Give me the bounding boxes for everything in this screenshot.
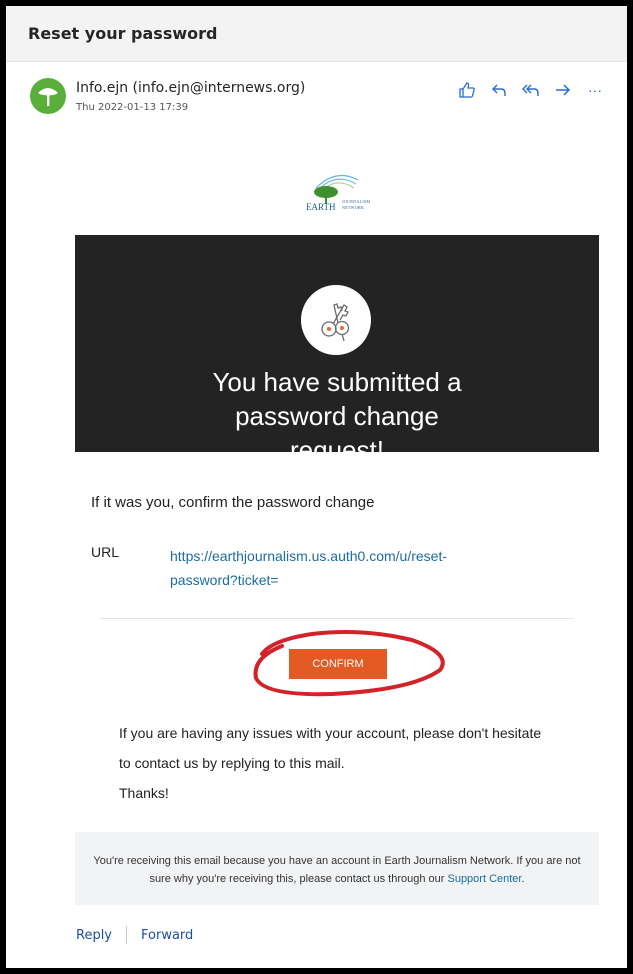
email-window: Reset your password Info.ejn (info.ejn@i… — [6, 6, 627, 968]
issues-line-2: to contact us by replying to this mail. — [119, 755, 345, 771]
email-footer: You're receiving this email because you … — [75, 832, 599, 905]
subject-bar: Reset your password — [6, 6, 627, 62]
url-label: URL — [91, 544, 120, 560]
logo-earth: EARTH — [306, 202, 336, 212]
confirm-button[interactable]: CONFIRM — [289, 649, 387, 679]
email-subject: Reset your password — [28, 24, 218, 43]
email-date: Thu 2022-01-13 17:39 — [76, 102, 189, 113]
tree-icon — [38, 88, 58, 106]
sender-avatar[interactable] — [30, 78, 66, 114]
footer-end: . — [521, 873, 525, 885]
more-icon[interactable]: ··· — [585, 80, 605, 100]
reset-password-link[interactable]: https://earthjournalism.us.auth0.com/u/r… — [170, 544, 490, 592]
reply-link[interactable]: Reply — [76, 928, 112, 943]
reply-bar: Reply Forward — [76, 926, 193, 944]
key-badge — [301, 285, 371, 355]
logo-network: NETWORK — [342, 205, 365, 210]
sender-name[interactable]: Info.ejn (info.ejn@internews.org) — [76, 80, 305, 96]
like-icon[interactable] — [457, 80, 477, 100]
thanks-text: Thanks! — [119, 785, 169, 801]
email-actions: ··· — [457, 80, 605, 100]
keys-icon — [321, 303, 350, 342]
reply-all-icon[interactable] — [521, 80, 541, 100]
confirm-prompt: If it was you, confirm the password chan… — [91, 494, 375, 511]
reply-separator — [126, 926, 128, 944]
issues-text: If you are having any issues with your a… — [119, 718, 559, 808]
logo-journalism: JOURNALISM — [342, 199, 371, 204]
forward-link[interactable]: Forward — [141, 928, 193, 943]
hero-title: You have submitted a password change req… — [212, 367, 462, 465]
support-center-link[interactable]: Support Center — [447, 873, 521, 885]
sender-row: Info.ejn (info.ejn@internews.org) Thu 20… — [6, 62, 627, 134]
hero-banner: You have submitted a password change req… — [75, 235, 599, 465]
ejn-logo: EARTH JOURNALISM NETWORK — [296, 166, 376, 216]
reply-icon[interactable] — [489, 80, 509, 100]
forward-icon[interactable] — [553, 80, 573, 100]
divider — [100, 618, 574, 619]
issues-line-1: If you are having any issues with your a… — [119, 725, 542, 741]
